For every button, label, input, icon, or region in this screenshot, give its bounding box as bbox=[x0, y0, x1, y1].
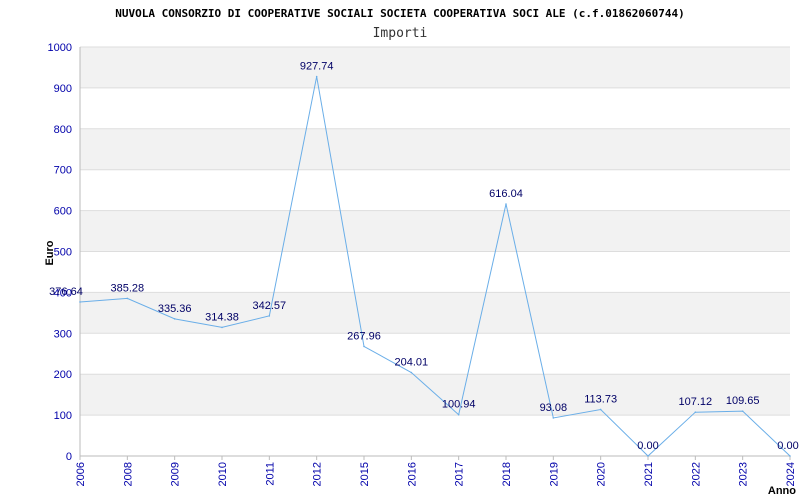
x-tick-label: 2017 bbox=[454, 462, 466, 486]
data-point bbox=[599, 408, 602, 411]
data-point bbox=[363, 345, 365, 348]
plot-band bbox=[80, 128, 790, 170]
y-tick-label: 500 bbox=[54, 247, 72, 259]
data-point bbox=[741, 410, 744, 412]
x-tick-label: 2016 bbox=[406, 462, 418, 486]
x-tick-label: 2008 bbox=[122, 462, 134, 486]
y-tick-label: 1000 bbox=[48, 42, 72, 54]
data-label: 0.00 bbox=[637, 440, 658, 452]
data-point bbox=[694, 411, 697, 413]
data-label: 616.04 bbox=[489, 188, 523, 200]
line-chart: NUVOLA CONSORZIO DI COOPERATIVE SOCIALI … bbox=[44, 7, 799, 497]
data-label: 376.64 bbox=[49, 286, 83, 298]
data-point bbox=[410, 371, 413, 374]
y-tick-label: 300 bbox=[54, 328, 72, 340]
data-point bbox=[647, 455, 649, 457]
y-axis-label: Euro bbox=[44, 240, 56, 265]
plot-bands bbox=[80, 47, 790, 416]
data-point bbox=[457, 413, 460, 416]
data-point bbox=[505, 203, 507, 205]
data-label: 0.00 bbox=[777, 440, 798, 452]
data-label: 342.57 bbox=[253, 300, 287, 312]
x-tick-label: 2021 bbox=[643, 462, 655, 486]
x-tick-label: 2018 bbox=[501, 462, 513, 486]
plot-band bbox=[80, 374, 790, 416]
x-axis-label: Anno bbox=[768, 485, 796, 497]
x-tick-label: 2010 bbox=[217, 462, 229, 486]
y-tick-label: 100 bbox=[54, 410, 72, 422]
data-point bbox=[221, 326, 223, 329]
x-tick-label: 2006 bbox=[75, 462, 87, 486]
y-tick-label: 0 bbox=[66, 451, 72, 463]
data-label: 385.28 bbox=[111, 282, 145, 294]
data-label: 93.08 bbox=[540, 402, 568, 414]
data-point bbox=[268, 315, 271, 317]
data-label: 109.65 bbox=[726, 395, 760, 407]
data-label: 204.01 bbox=[395, 357, 429, 369]
x-tick-label: 2020 bbox=[596, 462, 608, 486]
x-tick-labels: 2006 2008 2009 2010 2011 2012 2015 2016 2017 2018… bbox=[75, 456, 797, 486]
data-label: 314.38 bbox=[205, 311, 239, 323]
x-tick-label: 2023 bbox=[738, 462, 750, 486]
data-point bbox=[315, 75, 318, 78]
data-label: 927.74 bbox=[300, 61, 334, 73]
data-point bbox=[552, 417, 555, 419]
data-label: 335.36 bbox=[158, 303, 192, 315]
plot-band bbox=[80, 47, 790, 88]
data-point bbox=[126, 297, 129, 300]
y-tick-label: 600 bbox=[54, 206, 72, 218]
x-tick-label: 2019 bbox=[548, 462, 560, 486]
x-tick-label: 2009 bbox=[170, 462, 182, 486]
chart-title: NUVOLA CONSORZIO DI COOPERATIVE SOCIALI … bbox=[115, 7, 685, 20]
data-label: 113.73 bbox=[584, 393, 617, 405]
x-tick-label: 2011 bbox=[264, 462, 276, 486]
data-label: 100.94 bbox=[442, 399, 476, 411]
data-point bbox=[789, 455, 791, 457]
data-point bbox=[79, 301, 81, 303]
y-tick-label: 800 bbox=[54, 124, 72, 136]
plot-band bbox=[80, 210, 790, 252]
y-tick-label: 900 bbox=[54, 83, 72, 95]
data-point bbox=[173, 318, 176, 320]
x-tick-label: 2015 bbox=[359, 462, 371, 486]
data-label: 267.96 bbox=[347, 330, 381, 342]
chart-subtitle: Importi bbox=[373, 26, 428, 41]
x-tick-label: 2012 bbox=[312, 462, 324, 486]
data-label: 107.12 bbox=[679, 396, 713, 408]
x-tick-label: 2022 bbox=[690, 462, 702, 486]
y-tick-label: 200 bbox=[54, 369, 72, 381]
x-tick-label: 2024 bbox=[785, 462, 797, 486]
y-tick-label: 700 bbox=[54, 165, 72, 177]
